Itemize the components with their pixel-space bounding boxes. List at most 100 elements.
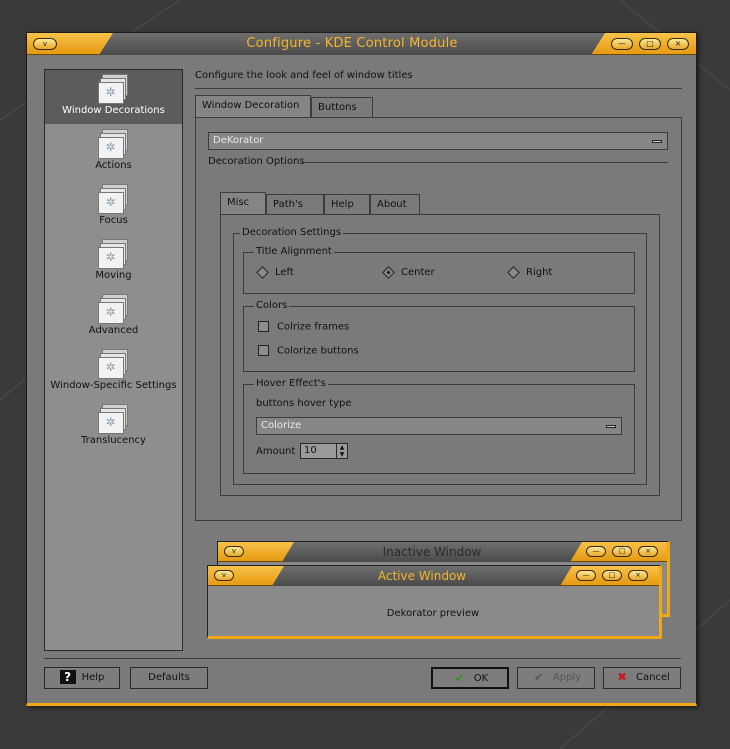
dropdown-arrow-icon [652, 140, 662, 143]
tab-about[interactable]: About [370, 194, 420, 215]
inactive-menu-button: v [224, 546, 244, 557]
window-decoration-panel: DeKorator Decoration Options Misc Path's… [195, 117, 682, 521]
hover-type-select[interactable]: Colorize [256, 417, 622, 435]
colorize-frames-checkbox[interactable]: Colrize frames [258, 321, 349, 333]
decoration-settings-group: Decoration Settings Title Alignment Left… [233, 227, 647, 485]
preview-text: Dekorator preview [386, 608, 480, 619]
defaults-button[interactable]: Defaults [130, 667, 208, 689]
tab-help[interactable]: Help [324, 194, 370, 215]
tab-buttons[interactable]: Buttons [311, 97, 373, 118]
hover-type-value: Colorize [261, 420, 302, 431]
checkbox-indicator [258, 321, 269, 332]
radio-label: Left [275, 267, 294, 278]
decoration-options-title: Decoration Options [208, 156, 305, 167]
help-icon: ? [59, 670, 76, 684]
amount-label: Amount [256, 446, 296, 457]
tab-label: About [377, 199, 407, 210]
active-window-title: Active Window [377, 569, 467, 583]
inactive-titlebar: v Inactive Window — □ × [218, 542, 667, 562]
ok-button[interactable]: ✔ OK [431, 667, 509, 689]
translucency-icon: ✲ [97, 404, 130, 434]
amount-value: 10 [304, 445, 317, 456]
maximize-button[interactable]: □ [639, 38, 661, 50]
tab-label: Window Decoration [202, 100, 300, 111]
inactive-minimize-icon: — [586, 546, 606, 557]
checkbox-label: Colrize frames [277, 321, 350, 333]
sidebar-item-translucency[interactable]: ✲ Translucency [45, 400, 182, 454]
active-minimize-icon: — [576, 570, 596, 581]
button-label: Defaults [148, 672, 190, 683]
radio-indicator [382, 265, 395, 279]
button-label: Apply [552, 672, 582, 683]
tab-label: Help [331, 199, 354, 210]
active-close-icon: × [628, 570, 648, 581]
group-title: Hover Effect's [254, 378, 328, 389]
focus-icon: ✲ [97, 184, 130, 214]
window-menu-button[interactable]: v [33, 38, 57, 50]
decoration-select-value: DeKorator [213, 135, 264, 146]
hover-type-label: buttons hover type [256, 398, 352, 409]
window-specific-settings-icon: ✲ [97, 349, 130, 379]
sidebar-item-label: Focus [99, 215, 128, 226]
minimize-button[interactable]: — [611, 38, 633, 50]
tab-label: Buttons [318, 102, 357, 113]
sidebar-item-label: Translucency [81, 435, 146, 446]
close-button[interactable]: × [667, 38, 689, 50]
sidebar-item-label: Advanced [88, 325, 139, 336]
active-titlebar: v Active Window — □ × [208, 566, 659, 586]
radio-label: Right [526, 267, 553, 278]
tab-misc[interactable]: Misc [220, 192, 266, 214]
tab-label: Path's [273, 199, 303, 210]
colors-group: Colors Colrize frames Colorize buttons [243, 300, 635, 372]
tab-label: Misc [227, 197, 250, 208]
moving-icon: ✲ [97, 239, 130, 269]
sidebar-item-moving[interactable]: ✲ Moving [45, 235, 182, 289]
apply-check-icon: ✔ [533, 670, 544, 684]
dropdown-arrow-icon [606, 425, 616, 428]
module-sidebar: ✲ Window Decorations ✲ Actions ✲ Focus ✲… [44, 69, 183, 651]
sidebar-item-window-specific-settings[interactable]: ✲ Window-Specific Settings [45, 345, 182, 399]
help-button[interactable]: ? Help [44, 667, 120, 689]
align-right-radio[interactable]: Right [507, 265, 553, 279]
sidebar-item-actions[interactable]: ✲ Actions [45, 125, 182, 179]
align-left-radio[interactable]: Left [256, 265, 294, 279]
tab-window-decoration[interactable]: Window Decoration [195, 95, 311, 117]
group-title: Title Alignment [254, 246, 334, 257]
sidebar-item-label: Actions [95, 160, 132, 171]
header-divider [195, 88, 682, 89]
group-title: Decoration Settings [240, 227, 344, 238]
cancel-x-icon: ✖ [617, 670, 628, 684]
button-label: OK [473, 673, 489, 684]
configure-window: v Configure - KDE Control Module — □ × ✲… [26, 32, 697, 706]
align-center-radio[interactable]: Center [382, 265, 435, 279]
inactive-close-icon: × [638, 546, 658, 557]
spin-arrows-icon[interactable]: ▲ ▼ [336, 444, 347, 458]
sidebar-item-focus[interactable]: ✲ Focus [45, 180, 182, 234]
tab-paths[interactable]: Path's [266, 194, 324, 215]
radio-label: Center [401, 267, 435, 278]
inactive-window-title: Inactive Window [382, 545, 482, 559]
checkbox-label: Colorize buttons [277, 345, 359, 357]
checkbox-indicator [258, 345, 269, 356]
cancel-button[interactable]: ✖ Cancel [603, 667, 681, 689]
sidebar-item-label: Moving [95, 270, 132, 281]
decoration-select[interactable]: DeKorator [208, 132, 668, 150]
sidebar-item-label: Window Decorations [62, 105, 165, 116]
advanced-icon: ✲ [97, 294, 130, 324]
actions-icon: ✲ [97, 129, 130, 159]
button-label: Cancel [636, 672, 670, 683]
active-menu-button: v [214, 570, 234, 581]
options-divider [302, 162, 668, 163]
amount-spinbox[interactable]: 10 ▲ ▼ [300, 443, 348, 459]
button-label: Help [81, 672, 105, 683]
sidebar-item-advanced[interactable]: ✲ Advanced [45, 290, 182, 344]
colorize-buttons-checkbox[interactable]: Colorize buttons [258, 345, 359, 357]
title-alignment-group: Title Alignment Left Center Right [243, 246, 635, 294]
group-title: Colors [254, 300, 290, 311]
window-title: Configure - KDE Control Module [246, 36, 458, 51]
apply-button[interactable]: ✔ Apply [517, 667, 595, 689]
window-decorations-icon: ✲ [97, 74, 130, 104]
window-titlebar[interactable]: v Configure - KDE Control Module — □ × [27, 33, 696, 55]
inactive-maximize-icon: □ [612, 546, 632, 557]
sidebar-item-window-decorations[interactable]: ✲ Window Decorations [45, 70, 182, 124]
